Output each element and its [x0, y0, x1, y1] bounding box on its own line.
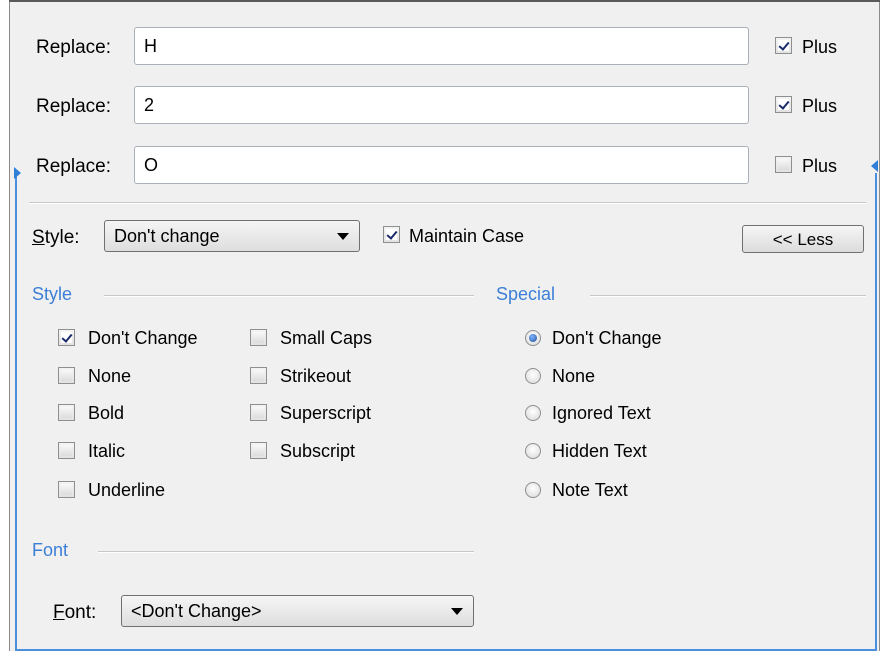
style-strikeout-label: Strikeout	[280, 366, 352, 386]
replace-label-3: Replace:	[36, 156, 111, 177]
replace-label-1: Replace:	[36, 37, 111, 58]
style-italic-label: Italic	[88, 441, 126, 461]
style-none-checkbox[interactable]	[58, 367, 75, 384]
special-group-title: Special	[496, 284, 556, 304]
special-none-label: None	[552, 366, 596, 386]
replace-label-2: Replace:	[36, 96, 111, 117]
font-combo[interactable]: <Don't Change>	[121, 595, 474, 627]
style-small-caps-label: Small Caps	[280, 328, 373, 348]
style-subscript-label: Subscript	[280, 441, 356, 461]
special-note-text-label: Note Text	[552, 480, 628, 500]
chevron-down-icon	[337, 233, 349, 240]
special-hidden-text-radio[interactable]	[525, 443, 541, 459]
style-superscript-label: Superscript	[280, 403, 372, 423]
plus-label-2: Plus	[802, 96, 838, 116]
font-group-line	[98, 551, 474, 553]
special-group-line	[590, 295, 866, 297]
plus-checkbox-2[interactable]	[775, 96, 792, 113]
plus-checkbox-3[interactable]	[775, 156, 792, 173]
font-label: Font:	[53, 602, 97, 623]
chevron-down-icon	[451, 608, 463, 615]
style-bold-checkbox[interactable]	[58, 404, 75, 421]
style-dont-change-checkbox[interactable]	[58, 329, 75, 346]
style-underline-checkbox[interactable]	[58, 481, 75, 498]
special-ignored-text-label: Ignored Text	[552, 403, 651, 423]
special-hidden-text-label: Hidden Text	[552, 441, 647, 461]
special-note-text-radio[interactable]	[525, 482, 541, 498]
style-combo[interactable]: Don't change	[104, 220, 360, 252]
style-superscript-checkbox[interactable]	[250, 404, 267, 421]
font-combo-value: <Don't Change>	[131, 601, 262, 621]
style-subscript-checkbox[interactable]	[250, 442, 267, 459]
special-ignored-text-radio[interactable]	[525, 405, 541, 421]
panel-marker-left-icon	[14, 167, 21, 179]
style-underline-label: Underline	[88, 480, 166, 500]
style-strikeout-checkbox[interactable]	[250, 367, 267, 384]
less-button[interactable]: << Less	[742, 225, 864, 253]
style-dont-change-label: Don't Change	[88, 328, 198, 348]
replace-input-3[interactable]: O	[134, 146, 749, 184]
style-none-label: None	[88, 366, 132, 386]
panel-marker-right-icon	[871, 160, 878, 172]
maintain-case-label: Maintain Case	[409, 226, 525, 246]
plus-checkbox-1[interactable]	[775, 37, 792, 54]
special-none-radio[interactable]	[525, 368, 541, 384]
style-italic-checkbox[interactable]	[58, 442, 75, 459]
style-bold-label: Bold	[88, 403, 125, 423]
top-border	[9, 0, 880, 2]
style-group-title: Style	[32, 284, 73, 304]
special-dont-change-radio[interactable]	[525, 330, 541, 346]
special-dont-change-label: Don't Change	[552, 328, 662, 348]
style-combo-value: Don't change	[114, 226, 220, 246]
plus-label-3: Plus	[802, 156, 838, 176]
font-group-title: Font	[32, 540, 69, 560]
style-label: Style:	[32, 227, 80, 248]
style-small-caps-checkbox[interactable]	[250, 329, 267, 346]
maintain-case-checkbox[interactable]	[383, 226, 400, 243]
plus-label-1: Plus	[802, 37, 838, 57]
style-group-line	[104, 295, 474, 297]
replace-input-2[interactable]: 2	[134, 86, 749, 124]
separator	[29, 202, 866, 204]
replace-input-1[interactable]: H	[134, 27, 749, 65]
